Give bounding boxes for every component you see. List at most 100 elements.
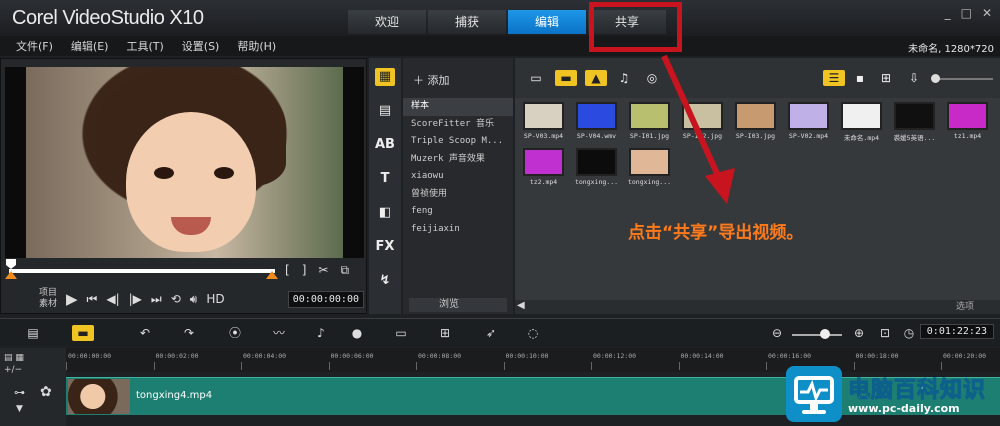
menu-tools[interactable]: 工具(T): [126, 38, 163, 54]
transition-icon[interactable]: AB: [375, 136, 395, 154]
sort-icon[interactable]: ◎: [641, 70, 663, 86]
mark-in-button[interactable]: [: [285, 263, 290, 278]
ruler-tick: [416, 362, 417, 370]
restore-icon[interactable]: □: [961, 6, 972, 20]
split-icon[interactable]: ✂: [318, 263, 328, 278]
motion-tracking-icon[interactable]: ●: [346, 325, 368, 341]
folder-item[interactable]: feijiaxin: [403, 221, 513, 239]
ruler-tick-label: 00:00:16:00: [768, 352, 812, 360]
close-icon[interactable]: ✕: [982, 6, 992, 20]
media-toolbar: ▭ ▬ ▲ ♫ ◎ ☰ ▪ ⊞ ⇩: [515, 58, 1000, 98]
mask-creator-icon[interactable]: ◌: [522, 325, 544, 341]
thumbnail-view-icon[interactable]: ▪: [849, 70, 871, 86]
media-thumbnail[interactable]: 裘媛5英语...: [888, 102, 941, 146]
add-remove-chapter-icon[interactable]: +/−: [4, 364, 24, 376]
tab-capture[interactable]: 捕获: [428, 10, 506, 34]
folder-item[interactable]: 曾祯使用: [403, 186, 513, 204]
menu-help[interactable]: 帮助(H): [237, 38, 276, 54]
multi-camera-icon[interactable]: ⊞: [434, 325, 456, 341]
thumbnail-size-knob[interactable]: [931, 74, 940, 83]
folder-item[interactable]: Triple Scoop M...: [403, 133, 513, 151]
redo-icon[interactable]: ↷: [178, 325, 200, 341]
media-thumbnail[interactable]: SP-V02.mp4: [782, 102, 835, 146]
media-thumbnail[interactable]: SP-I01.jpg: [623, 102, 676, 146]
list-view-icon[interactable]: ☰: [823, 70, 845, 86]
sound-mixer-icon[interactable]: 〰: [268, 325, 290, 341]
home-icon[interactable]: ⏮: [87, 292, 98, 307]
subtitle-editor-icon[interactable]: ▭: [390, 325, 412, 341]
media-thumbnail[interactable]: tz2.mp4: [517, 148, 570, 192]
show-video-icon[interactable]: ▬: [555, 70, 577, 86]
browse-button[interactable]: 浏览: [409, 298, 507, 312]
end-icon[interactable]: ⏭: [151, 292, 162, 307]
preview-video: [5, 67, 364, 258]
collapse-left-icon[interactable]: ◀: [517, 300, 525, 311]
menu-settings[interactable]: 设置(S): [182, 38, 220, 54]
zoom-in-icon[interactable]: ⊕: [848, 325, 870, 341]
folder-item[interactable]: 样本: [403, 98, 513, 116]
path-icon[interactable]: ↯: [375, 272, 395, 290]
import-icon[interactable]: ⇩: [903, 70, 925, 86]
next-frame-icon[interactable]: |▶: [129, 292, 142, 306]
add-folder-button[interactable]: ＋ 添加: [413, 72, 450, 88]
grid-view-icon[interactable]: ⊞: [875, 70, 897, 86]
options-button[interactable]: 选项: [956, 300, 974, 314]
tab-welcome[interactable]: 欢迎: [348, 10, 426, 34]
repeat-icon[interactable]: ⟲: [171, 292, 181, 306]
mark-out-button[interactable]: ]: [302, 263, 307, 278]
undo-icon[interactable]: ↶: [134, 325, 156, 341]
menu-file[interactable]: 文件(F): [16, 38, 53, 54]
scrubber-playhead[interactable]: [6, 259, 16, 269]
show-audio-icon[interactable]: ♫: [613, 70, 635, 86]
mode-project[interactable]: 项目: [5, 288, 57, 299]
folder-item[interactable]: xiaowu: [403, 168, 513, 186]
track-manager-icon[interactable]: ▤ ▦: [4, 352, 24, 364]
media-thumbnail[interactable]: SP-I03.jpg: [729, 102, 782, 146]
fit-project-icon[interactable]: ⊡: [874, 325, 896, 341]
tab-edit[interactable]: 编辑: [508, 10, 586, 34]
minimize-icon[interactable]: _: [945, 6, 951, 20]
lock-track-icon[interactable]: ⊶: [14, 386, 25, 399]
trim-end-marker[interactable]: [266, 271, 278, 279]
media-thumbnail-image: [523, 148, 564, 176]
folder-item[interactable]: ScoreFitter 音乐: [403, 116, 513, 134]
trim-start-marker[interactable]: [5, 271, 17, 279]
storyboard-view-icon[interactable]: ▤: [22, 325, 44, 341]
instant-project-icon[interactable]: ▤: [375, 102, 395, 120]
media-thumbnail[interactable]: 未命名.mp4: [835, 102, 888, 146]
volume-icon[interactable]: 🔊︎: [190, 292, 198, 307]
media-thumbnail[interactable]: tongxing...: [570, 148, 623, 192]
thumbnail-size-slider[interactable]: [935, 78, 993, 80]
graphic-icon[interactable]: ◧: [375, 204, 395, 222]
media-thumbnail[interactable]: tz1.mp4: [941, 102, 994, 146]
play-icon[interactable]: ▶: [66, 290, 78, 308]
zoom-knob[interactable]: [820, 329, 830, 339]
folder-item[interactable]: Muzerk 声音效果: [403, 151, 513, 169]
zoom-out-icon[interactable]: ⊖: [766, 325, 788, 341]
folder-item[interactable]: feng: [403, 203, 513, 221]
media-thumbnail-caption: SP-I01.jpg: [629, 132, 670, 140]
media-thumbnail[interactable]: tongxing...: [623, 148, 676, 192]
media-thumbnail[interactable]: SP-V04.wmv: [570, 102, 623, 146]
expand-track-icon[interactable]: ▼: [16, 404, 23, 414]
hd-toggle[interactable]: HD: [206, 292, 224, 306]
zoom-slider[interactable]: [792, 334, 842, 336]
record-capture-icon[interactable]: ⦿: [224, 325, 246, 341]
fx-icon[interactable]: FX: [375, 238, 395, 256]
show-photo-icon[interactable]: ▲: [585, 70, 607, 86]
folder-open-icon[interactable]: ▭: [525, 70, 547, 86]
timeline-timecode[interactable]: 0:01:22:23: [919, 324, 994, 339]
enlarge-icon[interactable]: ⧉: [340, 263, 349, 278]
mode-clip[interactable]: 素材: [5, 299, 57, 310]
media-thumbnail[interactable]: SP-V03.mp4: [517, 102, 570, 146]
media-thumbnail[interactable]: SP-I02.jpg: [676, 102, 729, 146]
time-remapping-icon[interactable]: ➶: [480, 325, 502, 341]
scrubber-bar[interactable]: [9, 269, 275, 273]
timeline-view-icon[interactable]: ▬: [72, 325, 94, 341]
auto-music-icon[interactable]: ♪: [310, 325, 332, 341]
preview-timecode[interactable]: 00:00:00:00: [287, 290, 364, 308]
prev-frame-icon[interactable]: ◀|: [106, 292, 119, 306]
media-icon[interactable]: ▦: [375, 68, 395, 86]
menu-edit[interactable]: 编辑(E): [71, 38, 109, 54]
title-icon[interactable]: T: [375, 170, 395, 188]
